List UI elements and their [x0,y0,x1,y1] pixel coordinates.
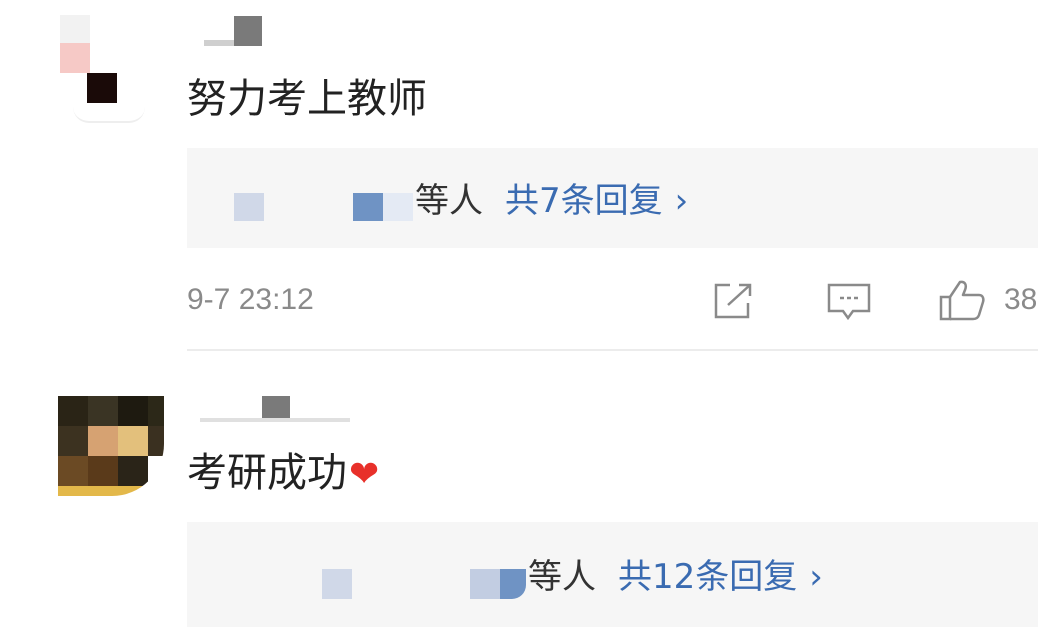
replies-preview[interactable]: 等人 共12条回复 › [187,522,1038,627]
heart-emoji: ❤ [349,454,380,495]
avatar[interactable] [58,396,164,496]
divider [187,349,1038,351]
reply-suffix: 等人 [528,557,596,597]
username[interactable] [204,16,264,50]
view-replies-link[interactable]: 共7条回复 [505,181,663,221]
chevron-right-icon[interactable]: › [675,181,689,221]
like-count: 38 [1004,283,1038,316]
comment-text: 努力考上教师 [187,76,427,122]
comment-time: 9-7 23:12 [187,283,314,316]
comment-icon[interactable] [826,282,872,322]
share-icon[interactable] [712,281,756,321]
replies-preview[interactable]: 等人 共7条回复 › [187,148,1038,248]
username[interactable] [200,396,350,426]
reply-suffix: 等人 [415,181,483,221]
thumbs-up-icon[interactable] [938,278,986,322]
comment-text: 考研成功❤ [187,450,380,496]
avatar[interactable] [55,15,155,123]
view-replies-link[interactable]: 共12条回复 [618,557,797,597]
chevron-right-icon[interactable]: › [809,557,823,597]
